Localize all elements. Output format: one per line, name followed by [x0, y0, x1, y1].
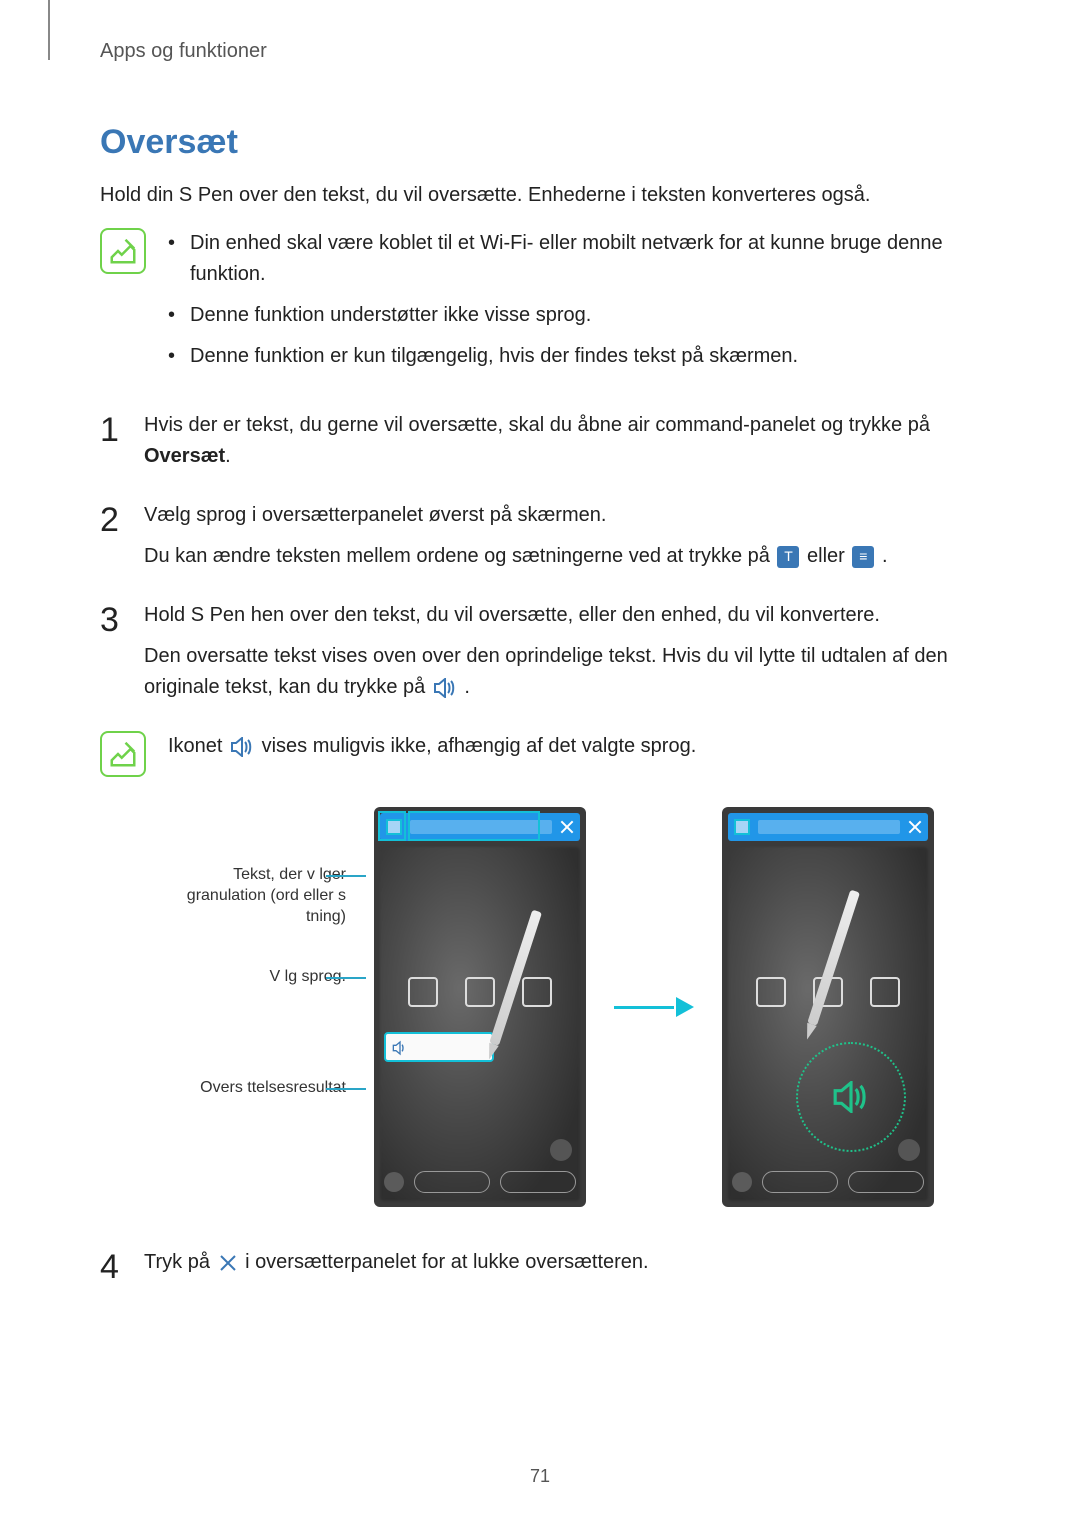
step4-text-b: i oversætterpanelet for at lukke oversæt…: [245, 1251, 649, 1273]
phone-screenshot-right: [722, 807, 934, 1207]
note2-text-a: Ikonet: [168, 735, 228, 757]
step1-text-b: .: [225, 445, 231, 467]
step-4: 4 Tryk på i oversætterpanelet for at luk…: [100, 1247, 1000, 1278]
note2-text-b: vises muligvis ikke, afhængig af det val…: [262, 735, 697, 757]
bottom-pill: [762, 1171, 838, 1193]
step4-text-a: Tryk på: [144, 1251, 216, 1273]
translate-topbar: [728, 813, 928, 841]
step-number: 4: [100, 1241, 119, 1294]
step-3: 3 Hold S Pen hen over den tekst, du vil …: [100, 600, 1000, 703]
note-block-1: Din enhed skal være koblet til et Wi-Fi-…: [100, 228, 1000, 382]
note1-item: Din enhed skal være koblet til et Wi-Fi-…: [168, 228, 1000, 290]
callout-box-2: [408, 811, 540, 841]
step1-bold: Oversæt: [144, 445, 225, 467]
step-1: 1 Hvis der er tekst, du gerne vil oversæ…: [100, 410, 1000, 472]
note1-item: Denne funktion er kun tilgængelig, hvis …: [168, 341, 1000, 372]
step2-line2c: .: [882, 545, 888, 567]
step3-line2b: .: [464, 676, 470, 698]
note-block-2: Ikonet vises muligvis ikke, afhængig af …: [100, 731, 1000, 777]
breadcrumb: Apps og funktioner: [100, 40, 1000, 63]
left-margin-rule: [48, 0, 50, 60]
note1-item: Denne funktion understøtter ikke visse s…: [168, 300, 1000, 331]
scroll-up-icon: [550, 1139, 572, 1161]
callout-box-1: [378, 811, 406, 841]
bottom-pill: [500, 1171, 576, 1193]
app-icon: [870, 977, 900, 1007]
section-title: Oversæt: [100, 123, 1000, 162]
step1-text-a: Hvis der er tekst, du gerne vil oversætt…: [144, 414, 930, 436]
close-icon: [218, 1253, 238, 1273]
close-icon: [560, 820, 574, 834]
figure-area: Tekst, der v lger granulation (ord eller…: [100, 807, 1000, 1207]
note-icon: [100, 731, 146, 777]
step2-line2a: Du kan ændre teksten mellem ordene og sæ…: [144, 545, 775, 567]
step-number: 1: [100, 404, 119, 457]
section-intro: Hold din S Pen over den tekst, du vil ov…: [100, 180, 1000, 210]
step-number: 2: [100, 494, 119, 547]
step2-line1: Vælg sprog i oversætterpanelet øverst på…: [144, 500, 1000, 531]
step3-line1: Hold S Pen hen over den tekst, du vil ov…: [144, 600, 1000, 631]
bottom-pill: [848, 1171, 924, 1193]
step-number: 3: [100, 594, 119, 647]
app-icon: [408, 977, 438, 1007]
sound-icon: [433, 678, 457, 698]
note-icon: [100, 228, 146, 274]
language-selector-placeholder: [758, 820, 900, 834]
callout-3: Overs ttelsesresultat: [200, 1079, 346, 1096]
granulation-toggle-icon: [734, 819, 750, 835]
menu-dot-icon: [384, 1172, 404, 1192]
menu-dot-icon: [732, 1172, 752, 1192]
close-icon: [908, 820, 922, 834]
callout-1: Tekst, der v lger granulation (ord eller…: [187, 866, 346, 925]
step-2: 2 Vælg sprog i oversætterpanelet øverst …: [100, 500, 1000, 572]
scroll-up-icon: [898, 1139, 920, 1161]
phone-screenshot-left: [374, 807, 586, 1207]
arrow-right-icon: [614, 997, 694, 1017]
page-number: 71: [0, 1466, 1080, 1487]
step3-line2a: Den oversatte tekst vises oven over den …: [144, 645, 948, 698]
sound-icon: [230, 737, 254, 757]
text-mode-icon: T: [777, 546, 799, 568]
lines-mode-icon: ≡: [852, 546, 874, 568]
sound-highlight-circle: [796, 1042, 906, 1152]
bottom-pill: [414, 1171, 490, 1193]
step2-line2b: eller: [807, 545, 850, 567]
